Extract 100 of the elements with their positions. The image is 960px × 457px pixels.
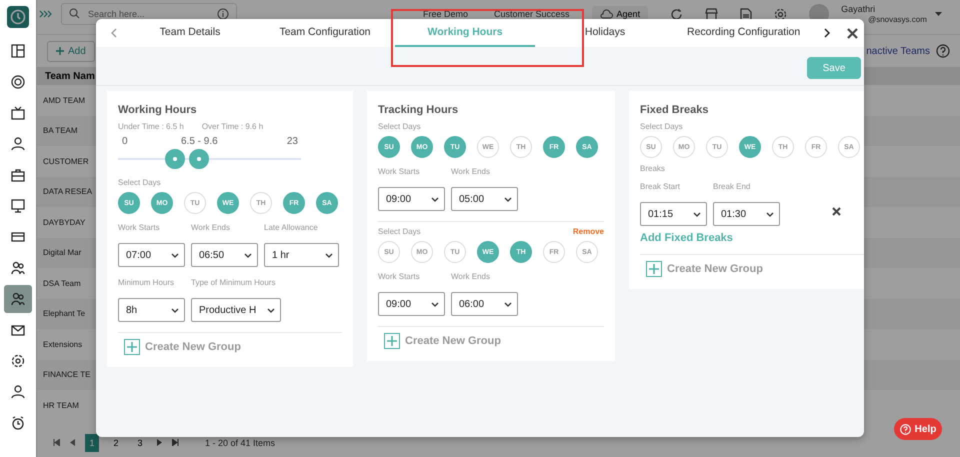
select-days-label: Select Days bbox=[118, 178, 162, 187]
table-cell: FINANCE TE bbox=[43, 370, 90, 380]
card-title: Working Hours bbox=[118, 104, 198, 116]
help-button[interactable]: Help bbox=[894, 418, 942, 440]
gear-icon bbox=[11, 354, 25, 368]
field-label: Late Allowance bbox=[264, 222, 319, 234]
team-icon bbox=[11, 292, 25, 306]
slider-thumb[interactable] bbox=[164, 149, 185, 169]
chevron-left-icon[interactable] bbox=[111, 28, 117, 38]
field-label: Minimum Hours bbox=[118, 277, 176, 290]
slider-range-label: 6.5 - 9.6 bbox=[181, 136, 218, 147]
over-time-text: Over Time : 9.6 h bbox=[202, 122, 264, 131]
caret-icon bbox=[766, 212, 774, 217]
cloud-icon bbox=[600, 9, 613, 19]
table-cell: HR TEAM bbox=[43, 400, 79, 410]
caret-icon bbox=[504, 302, 512, 307]
first-page-icon[interactable] bbox=[53, 439, 60, 446]
remove-link[interactable]: Remove bbox=[572, 227, 604, 236]
user-email: @snovasys.com bbox=[867, 15, 927, 24]
slider-thumb[interactable] bbox=[188, 149, 209, 169]
layout-icon bbox=[11, 44, 25, 58]
field-label: Type of Minimum Hours bbox=[191, 277, 276, 290]
monitor-icon bbox=[11, 199, 25, 213]
dropdown[interactable]: 05:00 bbox=[451, 187, 518, 212]
target-icon bbox=[11, 75, 25, 89]
field-label: Work Starts bbox=[378, 271, 421, 284]
help-icon bbox=[900, 424, 911, 434]
previous-page-icon[interactable] bbox=[70, 439, 75, 446]
dropdown[interactable]: Productive H bbox=[191, 298, 281, 322]
top-link[interactable]: Free Demo bbox=[423, 9, 468, 19]
table-cell: AMD TEAM bbox=[43, 96, 86, 105]
create-group-button[interactable]: Create New Group bbox=[124, 339, 241, 356]
caret-icon bbox=[244, 252, 252, 258]
dropdown[interactable]: 01:15 bbox=[640, 202, 707, 226]
gear-icon[interactable] bbox=[774, 8, 788, 20]
select-days-label: Select Days bbox=[378, 122, 421, 131]
search-icon bbox=[69, 8, 80, 19]
dropdown[interactable]: 09:00 bbox=[378, 292, 445, 316]
dropdown[interactable]: 07:00 bbox=[118, 243, 185, 268]
select-days-label: Select Days bbox=[378, 227, 421, 236]
breaks-label: Breaks bbox=[640, 164, 666, 173]
dropdown[interactable]: 06:00 bbox=[451, 292, 518, 316]
tab[interactable]: Holidays bbox=[535, 19, 675, 47]
create-group-button[interactable]: Create New Group bbox=[646, 261, 763, 278]
add-fixed-breaks-link[interactable]: Add Fixed Breaks bbox=[640, 232, 733, 244]
last-page-icon[interactable] bbox=[172, 439, 179, 446]
field-label: Work Ends bbox=[451, 271, 491, 284]
next-page-icon[interactable] bbox=[157, 439, 162, 446]
dropdown[interactable]: 09:00 bbox=[378, 187, 445, 212]
dropdown[interactable]: 01:30 bbox=[713, 202, 780, 226]
caret-icon bbox=[171, 308, 179, 313]
caret-icon bbox=[325, 252, 333, 258]
caret-icon bbox=[171, 252, 179, 258]
close-icon[interactable] bbox=[832, 207, 841, 216]
table-cell: BA TEAM bbox=[43, 126, 78, 136]
field-label: Work Ends bbox=[451, 166, 491, 178]
page-button[interactable]: 1 bbox=[85, 434, 99, 452]
pagination-summary: 1 - 20 of 41 Items bbox=[205, 438, 276, 448]
info-icon[interactable] bbox=[217, 8, 229, 20]
help-icon[interactable] bbox=[936, 44, 950, 58]
close-icon[interactable] bbox=[847, 28, 858, 38]
app-logo[interactable] bbox=[7, 6, 29, 28]
plus-icon bbox=[384, 333, 400, 350]
top-link[interactable]: Customer Success bbox=[494, 9, 570, 19]
person-icon bbox=[11, 137, 25, 151]
table-cell: DSA Team bbox=[43, 278, 81, 288]
table-cell: CUSTOMER bbox=[43, 156, 89, 166]
mail-icon bbox=[11, 323, 25, 337]
table-cell: DAYBYDAY bbox=[43, 218, 86, 227]
create-group-button[interactable]: Create New Group bbox=[384, 333, 501, 350]
add-button[interactable]: Add bbox=[47, 40, 95, 62]
page-button[interactable]: 3 bbox=[133, 434, 147, 452]
caret-icon bbox=[267, 308, 275, 313]
tab[interactable]: Recording Configuration bbox=[675, 19, 800, 47]
card-icon bbox=[11, 230, 25, 244]
page-button[interactable]: 2 bbox=[109, 434, 123, 452]
briefcase-icon bbox=[11, 168, 25, 182]
under-time-text: Under Time : 6.5 h bbox=[118, 122, 184, 131]
dropdown[interactable]: 1 hr bbox=[264, 243, 339, 268]
field-label: Work Starts bbox=[118, 222, 161, 234]
store-icon[interactable] bbox=[705, 8, 718, 20]
chevrons-icon[interactable] bbox=[39, 10, 53, 18]
field-label: Break Start bbox=[640, 181, 682, 193]
user-name: Gayathri bbox=[841, 4, 876, 14]
tv-icon bbox=[11, 106, 25, 120]
save-button[interactable]: Save bbox=[807, 57, 861, 79]
field-label: Break End bbox=[713, 181, 752, 193]
caret-icon bbox=[504, 196, 512, 202]
dropdown[interactable]: 8h bbox=[118, 298, 185, 322]
field-label: Work Starts bbox=[378, 166, 421, 178]
dropdown[interactable]: 06:50 bbox=[191, 243, 258, 268]
tab[interactable]: Working Hours bbox=[395, 19, 535, 47]
table-cell: Extensions bbox=[43, 340, 82, 349]
refresh-icon[interactable] bbox=[670, 8, 684, 20]
caret-icon[interactable] bbox=[934, 12, 942, 16]
tab[interactable]: Team Configuration bbox=[255, 19, 395, 47]
caret-icon bbox=[693, 212, 701, 217]
card-title: Tracking Hours bbox=[378, 104, 460, 116]
people-icon bbox=[11, 261, 25, 275]
table-cell: Elephant Te bbox=[43, 309, 86, 318]
